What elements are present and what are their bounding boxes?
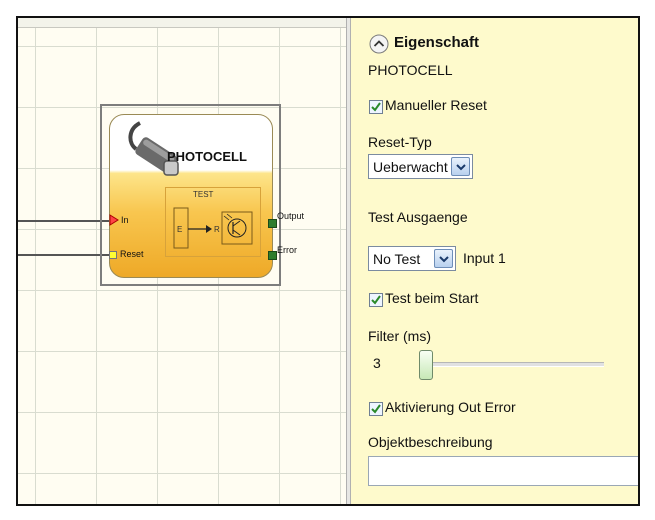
canvas-ruler bbox=[18, 18, 346, 28]
test-input-label: Input 1 bbox=[463, 250, 506, 266]
port-error-icon[interactable] bbox=[268, 251, 277, 260]
reset-typ-dropdown[interactable]: Ueberwacht bbox=[368, 154, 473, 179]
aktivierung-out-error-checkbox[interactable] bbox=[369, 402, 383, 416]
reset-typ-value: Ueberwacht bbox=[373, 159, 448, 175]
test-beim-start-checkbox[interactable] bbox=[369, 293, 383, 307]
port-error-label: Error bbox=[277, 245, 297, 255]
test-ausgaenge-dropdown[interactable]: No Test bbox=[368, 246, 456, 271]
check-icon bbox=[371, 102, 381, 112]
wire-in[interactable] bbox=[18, 220, 110, 222]
port-output-label: Output bbox=[277, 211, 305, 221]
svg-text:E: E bbox=[177, 225, 182, 234]
port-reset-label: Reset bbox=[120, 249, 144, 259]
dropdown-button[interactable] bbox=[434, 249, 453, 268]
aktivierung-out-error-label: Aktivierung Out Error bbox=[385, 399, 516, 415]
filter-label: Filter (ms) bbox=[368, 328, 431, 344]
test-frame: TEST E R bbox=[165, 187, 261, 257]
chevron-down-icon bbox=[439, 256, 449, 263]
application-window: PHOTOCELL TEST E R In Reset Output Error… bbox=[16, 16, 640, 506]
manueller-reset-label: Manueller Reset bbox=[385, 97, 487, 113]
dropdown-button[interactable] bbox=[451, 157, 470, 176]
panel-header: Eigenschaft bbox=[394, 34, 480, 51]
properties-panel: Eigenschaft PHOTOCELL Manueller Reset Re… bbox=[351, 18, 638, 504]
chevron-down-icon bbox=[456, 164, 466, 171]
test-ausgaenge-label: Test Ausgaenge bbox=[368, 209, 468, 225]
filter-value: 3 bbox=[373, 355, 381, 371]
wire-reset[interactable] bbox=[18, 254, 110, 256]
panel-subtitle: PHOTOCELL bbox=[368, 62, 453, 78]
filter-slider-thumb[interactable] bbox=[419, 350, 433, 380]
photocell-block[interactable]: PHOTOCELL TEST E R In Reset Output Error bbox=[109, 114, 304, 278]
transistor-diagram-icon: E R bbox=[173, 207, 253, 249]
objektbeschreibung-input[interactable] bbox=[368, 456, 638, 486]
manueller-reset-checkbox[interactable] bbox=[369, 100, 383, 114]
circuit-canvas[interactable]: PHOTOCELL TEST E R In Reset Output Error bbox=[18, 18, 346, 504]
block-title: PHOTOCELL bbox=[167, 149, 247, 164]
port-output-icon[interactable] bbox=[268, 219, 277, 228]
check-icon bbox=[371, 295, 381, 305]
port-in-icon[interactable] bbox=[109, 214, 119, 226]
check-icon bbox=[371, 404, 381, 414]
reset-typ-label: Reset-Typ bbox=[368, 134, 432, 150]
port-reset-icon[interactable] bbox=[109, 251, 117, 259]
test-ausgaenge-value: No Test bbox=[373, 251, 421, 267]
test-beim-start-label: Test beim Start bbox=[385, 290, 479, 306]
collapse-chevron-icon[interactable] bbox=[369, 34, 389, 54]
objektbeschreibung-label: Objektbeschreibung bbox=[368, 434, 493, 450]
svg-text:R: R bbox=[214, 225, 220, 234]
port-in-label: In bbox=[121, 215, 129, 225]
filter-slider-track[interactable] bbox=[419, 362, 604, 367]
